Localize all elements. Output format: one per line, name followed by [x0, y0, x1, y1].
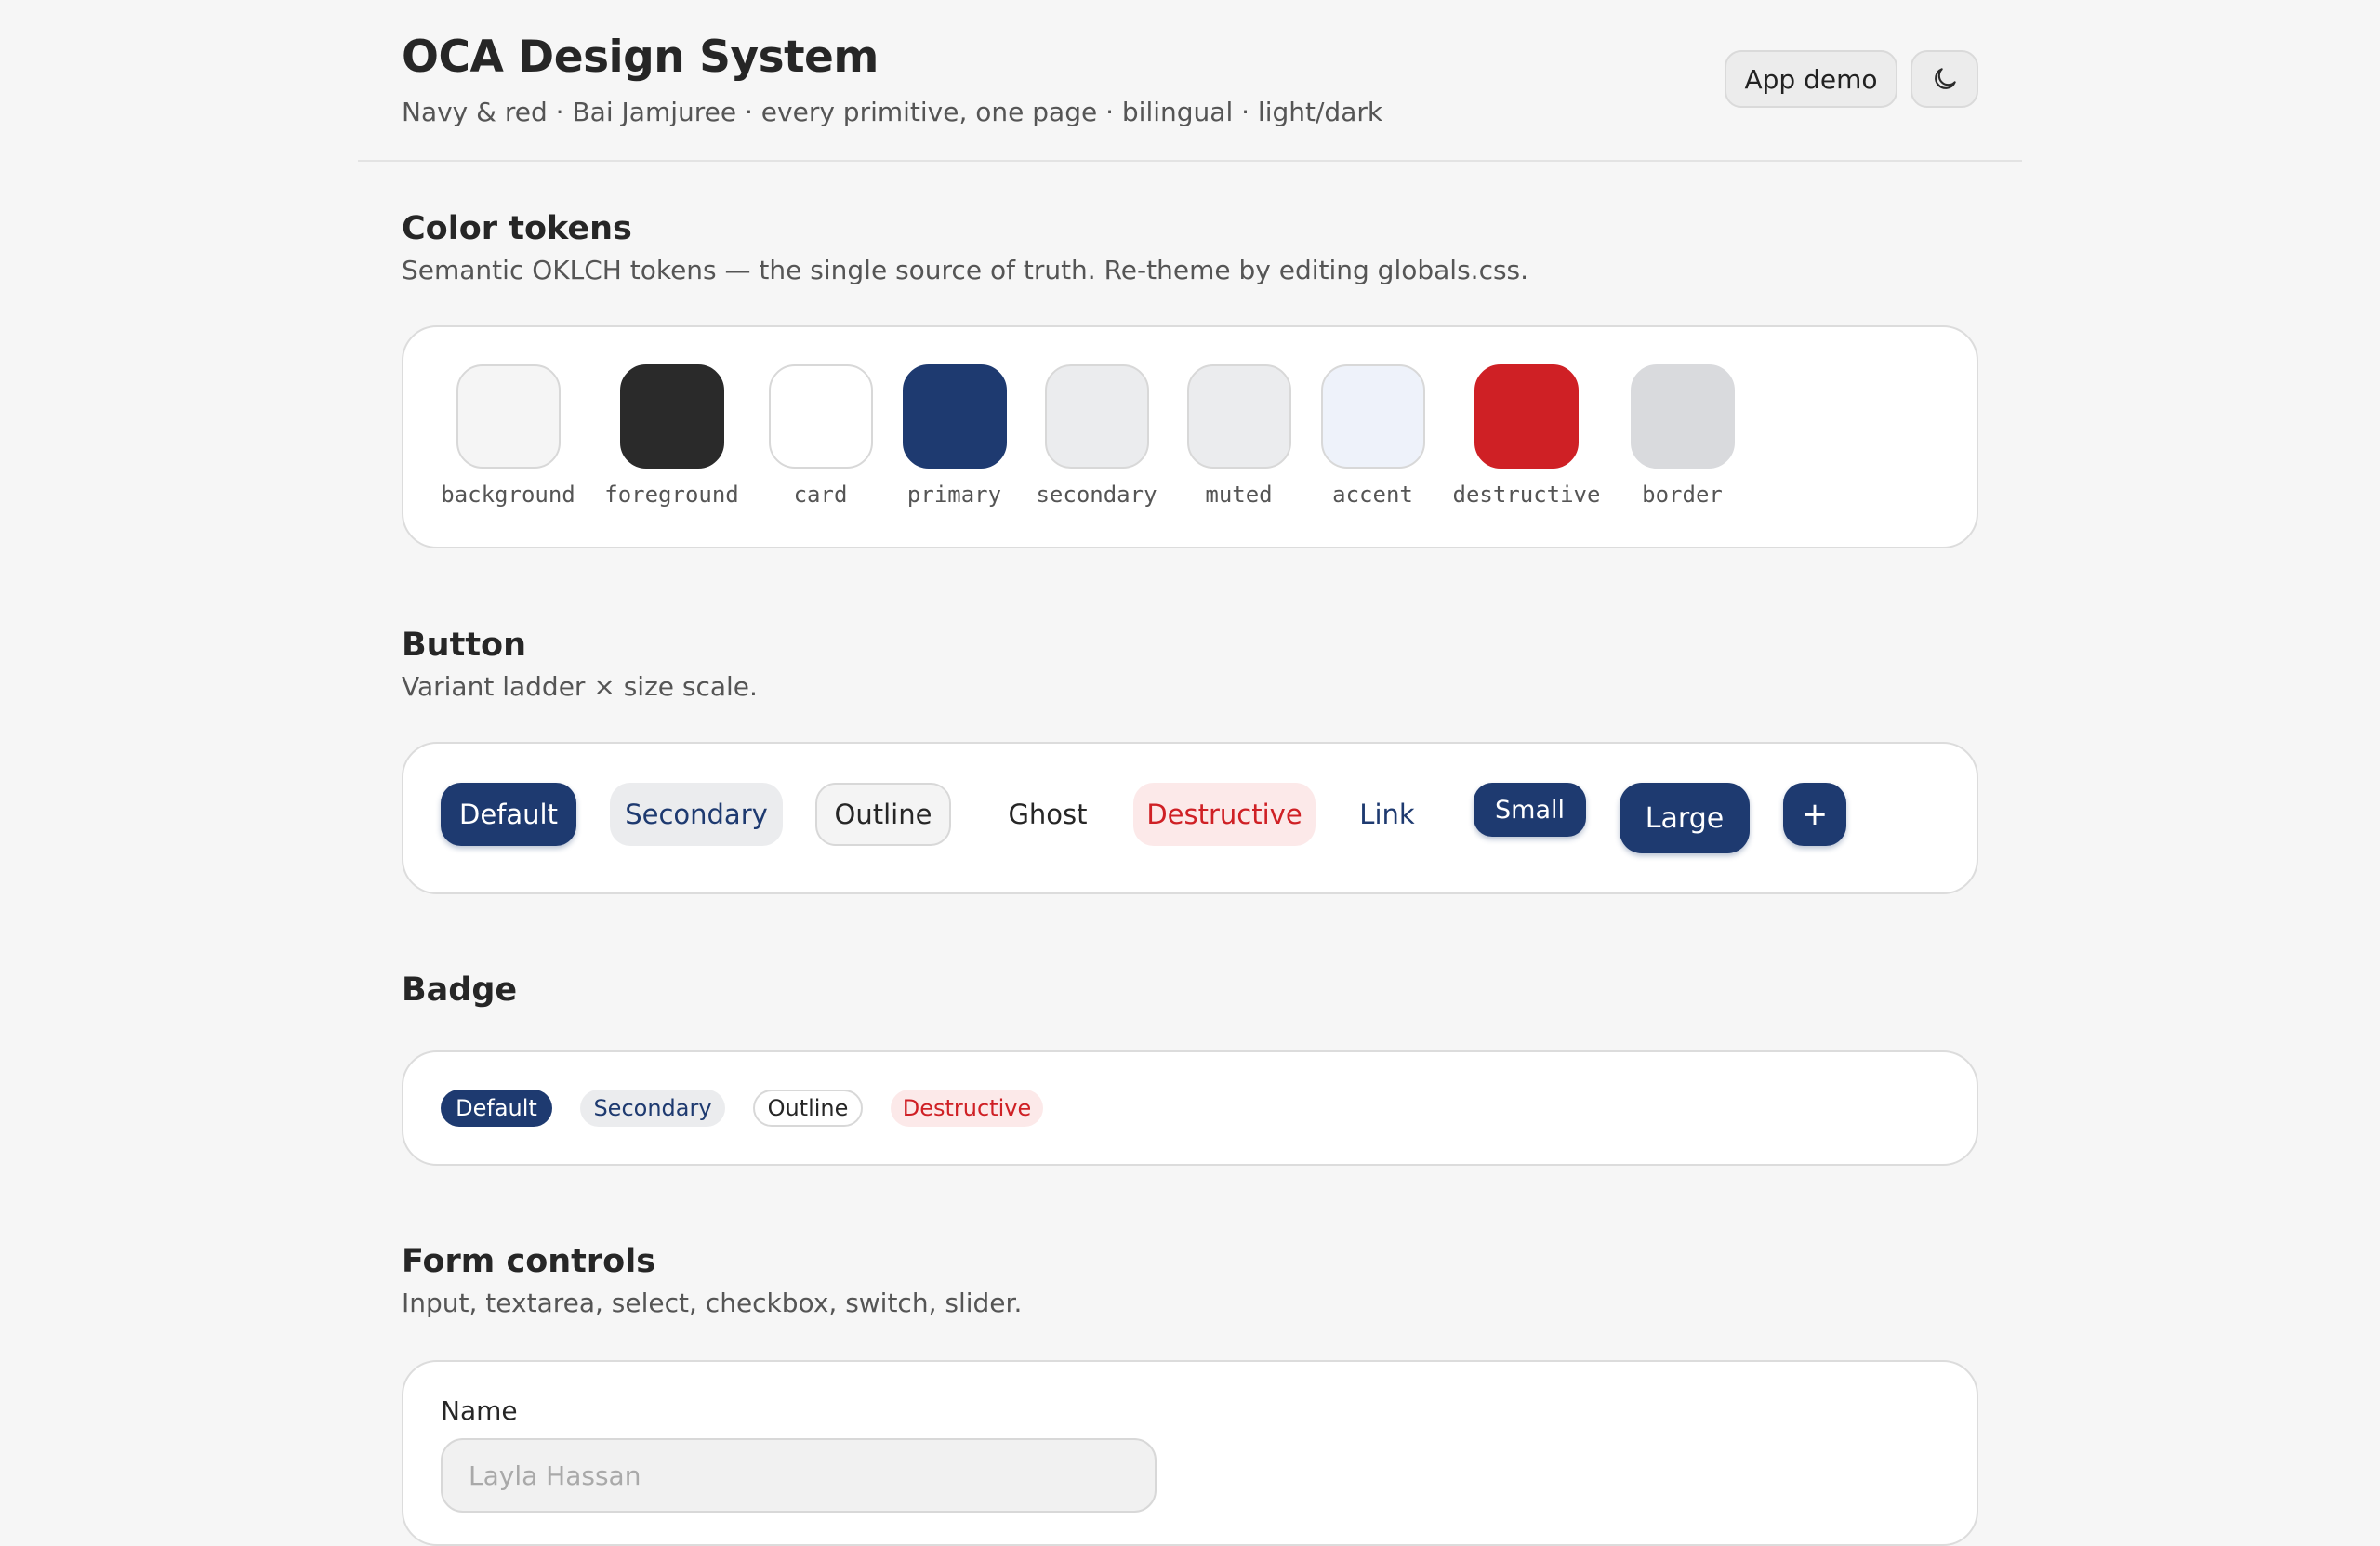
token-label: primary [906, 482, 1002, 508]
token-label: muted [1205, 482, 1273, 508]
token-swatch [768, 364, 873, 469]
badge-section: Badge [402, 971, 1978, 1009]
plus-icon: + [1801, 796, 1829, 833]
secondary-badge: Secondary [580, 1090, 725, 1127]
outline-badge: Outline [753, 1090, 863, 1127]
moon-icon [1930, 64, 1960, 94]
section-title: Color tokens [402, 210, 632, 247]
token-swatch [1630, 364, 1735, 469]
form-controls-card: Name [402, 1360, 1978, 1546]
token-label: border [1642, 482, 1723, 508]
token-label: card [793, 482, 848, 508]
token-background: background [441, 364, 575, 508]
token-card: card [753, 364, 888, 508]
page-title: OCA Design System [402, 32, 879, 83]
page-subtitle: Navy & red · Bai Jamjuree · every primit… [402, 97, 1383, 127]
token-swatch [619, 364, 724, 469]
section-title: Badge [402, 971, 518, 1009]
outline-button[interactable]: Outline [815, 783, 951, 846]
color-tokens-card: background foreground card primary secon… [402, 325, 1978, 548]
name-label: Name [441, 1395, 518, 1426]
token-label: foreground [604, 482, 739, 508]
section-description: Variant ladder × size scale. [402, 671, 758, 702]
token-secondary: secondary [1029, 364, 1164, 508]
token-label: destructive [1452, 482, 1601, 508]
color-tokens-section: Color tokens Semantic OKLCH tokens — the… [402, 210, 1978, 285]
badge-card: Default Secondary Outline Destructive [402, 1050, 1978, 1166]
secondary-button[interactable]: Secondary [610, 783, 783, 846]
section-title: Form controls [402, 1243, 656, 1280]
small-button[interactable]: Small [1474, 783, 1586, 837]
token-swatch [1186, 364, 1291, 469]
token-foreground: foreground [604, 364, 739, 508]
token-primary: primary [887, 364, 1022, 508]
ghost-button[interactable]: Ghost [980, 783, 1116, 846]
theme-toggle-button[interactable] [1911, 50, 1978, 108]
token-swatch [1044, 364, 1149, 469]
add-icon-button[interactable]: + [1783, 783, 1846, 846]
token-muted: muted [1171, 364, 1306, 508]
page-container: OCA Design System Navy & red · Bai Jamju… [358, 0, 2022, 1546]
token-swatch [902, 364, 1007, 469]
button-card: Default Secondary Outline Ghost Destruct… [402, 742, 1978, 894]
token-accent: accent [1305, 364, 1440, 508]
section-title: Button [402, 627, 527, 664]
destructive-button[interactable]: Destructive [1133, 783, 1316, 846]
token-label: secondary [1036, 482, 1157, 508]
link-button[interactable]: Link [1342, 783, 1432, 846]
destructive-badge: Destructive [891, 1090, 1043, 1127]
token-destructive: destructive [1429, 364, 1624, 508]
default-button[interactable]: Default [441, 783, 576, 846]
token-swatch [1320, 364, 1425, 469]
section-description: Semantic OKLCH tokens — the single sourc… [402, 255, 1529, 285]
token-swatch [456, 364, 561, 469]
token-border: border [1615, 364, 1750, 508]
token-label: accent [1332, 482, 1413, 508]
app-demo-button[interactable]: App demo [1725, 50, 1897, 108]
button-section: Button Variant ladder × size scale. [402, 627, 1978, 702]
name-input[interactable] [441, 1438, 1157, 1513]
default-badge: Default [441, 1090, 552, 1127]
form-controls-section: Form controls Input, textarea, select, c… [402, 1243, 1978, 1318]
token-swatch [1474, 364, 1579, 469]
token-label: background [441, 482, 575, 508]
large-button[interactable]: Large [1620, 783, 1750, 853]
page-header: OCA Design System Navy & red · Bai Jamju… [358, 0, 2022, 162]
section-description: Input, textarea, select, checkbox, switc… [402, 1288, 1023, 1318]
